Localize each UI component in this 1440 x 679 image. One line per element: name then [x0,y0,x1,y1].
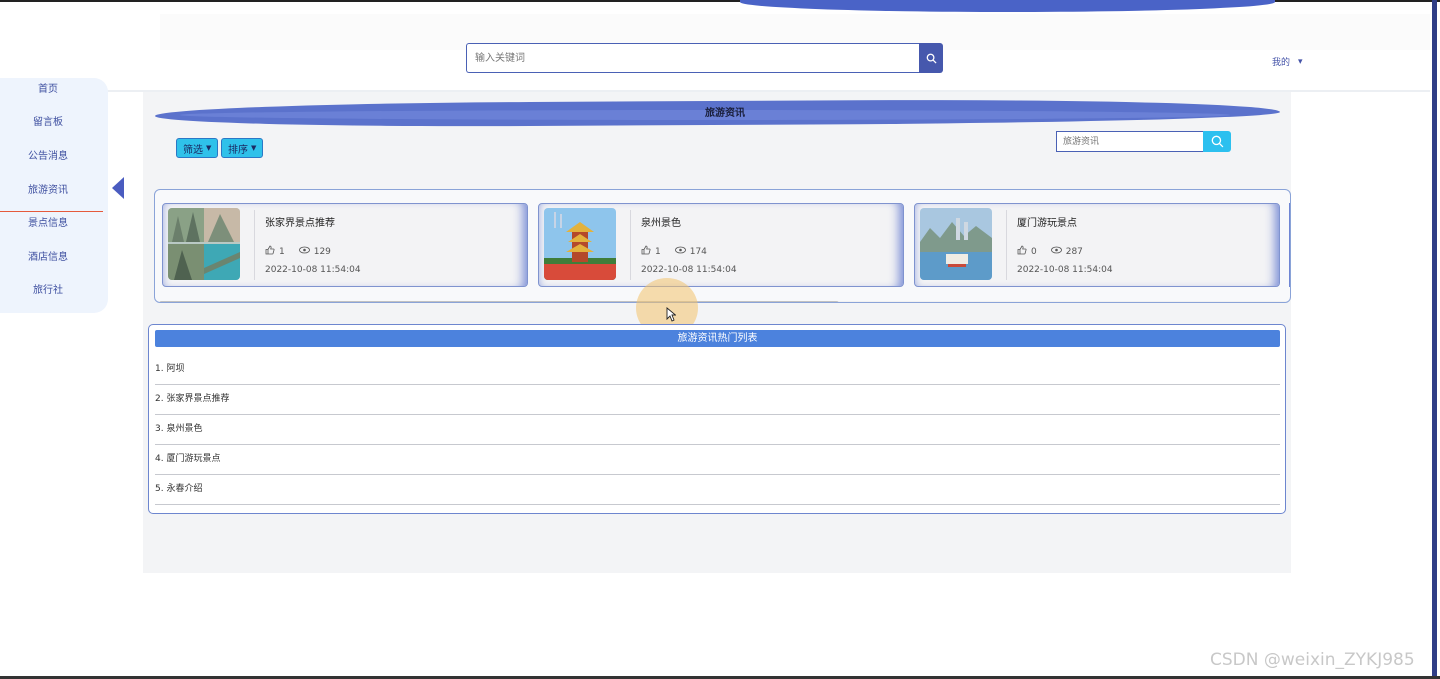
sidebar-item-announcements[interactable]: 公告消息 [0,147,96,162]
card-stats: 0 287 [1017,245,1083,258]
hot-list-header: 旅游资讯热门列表 [155,330,1280,347]
sidebar-item-message-board[interactable]: 留言板 [0,113,96,128]
hot-list-item[interactable]: 2. 张家界景点推荐 [155,385,1280,415]
news-search [1056,131,1236,154]
sidebar-item-home[interactable]: 首页 [0,80,96,95]
card-title: 张家界景点推荐 [265,218,335,229]
filter-button[interactable]: 筛选 ▼ [176,138,219,158]
carousel-scrollbar-thumb[interactable] [159,301,839,302]
sidebar-item-hotels[interactable]: 酒店信息 [0,248,96,263]
news-card[interactable]: 厦门游玩景点 0 287 2022-10-08 11:54:04 [914,203,1280,287]
hot-list-item[interactable]: 3. 泉州景色 [155,415,1280,445]
card-divider [630,210,631,280]
chevron-down-icon: ▼ [206,144,212,152]
page-title: 旅游资讯 [705,108,745,119]
hot-list-item-label: 4. 厦门游玩景点 [155,454,221,464]
sidebar-item-scenic-spots[interactable]: 景点信息 [0,214,96,229]
card-date: 2022-10-08 11:54:04 [641,265,737,275]
news-card[interactable]: 泉州景色 1 174 2022-10-08 11:54:04 [538,203,904,287]
news-carousel[interactable]: 张家界景点推荐 1 129 2022-10-08 11:54:04 泉州景色 1… [154,189,1291,303]
active-indicator-line [0,211,103,212]
card-stats: 1 129 [265,245,331,258]
sidebar-item-label: 旅游资讯 [28,185,68,196]
hot-list-item-label: 1. 阿坝 [155,364,185,374]
sort-button[interactable]: 排序 ▼ [221,138,264,158]
user-menu-label: 我的 [1272,58,1291,68]
news-card-partial[interactable] [1289,203,1290,287]
hot-list-item[interactable]: 4. 厦门游玩景点 [155,445,1280,475]
hot-list-item-label: 5. 永春介绍 [155,484,203,494]
chevron-down-icon: ▼ [251,144,257,152]
hot-list-item[interactable]: 5. 永春介绍 [155,475,1280,505]
hot-list-panel: 旅游资讯热门列表 1. 阿坝 2. 张家界景点推荐 3. 泉州景色 4. 厦门游… [148,324,1286,514]
sidebar: 首页 留言板 公告消息 旅游资讯 景点信息 酒店信息 旅行社 [0,78,108,313]
like-count: 1 [655,246,661,257]
window-right-border [1432,0,1437,679]
hot-list-item-label: 2. 张家界景点推荐 [155,394,230,404]
hot-list-item[interactable]: 1. 阿坝 [155,355,1280,385]
eye-icon [674,246,686,257]
card-date: 2022-10-08 11:54:04 [265,265,361,275]
like-count: 0 [1031,246,1037,257]
news-search-input[interactable] [1056,131,1203,152]
eye-icon [298,246,310,257]
decorative-brush-stroke [740,0,1275,12]
sidebar-item-label: 景点信息 [28,218,68,229]
sidebar-item-label: 留言板 [33,117,63,128]
filter-button-label: 筛选 [183,144,203,156]
card-thumbnail-image [544,208,616,280]
sidebar-item-label: 酒店信息 [28,252,68,263]
card-date: 2022-10-08 11:54:04 [1017,265,1113,275]
news-search-button[interactable] [1203,131,1231,152]
view-count: 287 [1065,246,1083,257]
search-icon [1211,135,1223,148]
global-search [466,43,943,73]
view-count: 129 [313,246,331,257]
thumbs-up-icon [641,245,651,258]
card-divider [1006,210,1007,280]
thumbs-up-icon [1017,245,1027,258]
chevron-down-icon: ▾ [1298,56,1303,67]
view-count: 174 [689,246,707,257]
watermark: CSDN @weixin_ZYKJ985 [1210,650,1415,670]
card-title: 泉州景色 [641,218,681,229]
mouse-cursor-icon [666,307,676,322]
global-search-button[interactable] [919,43,943,73]
news-card[interactable]: 张家界景点推荐 1 129 2022-10-08 11:54:04 [162,203,528,287]
sidebar-item-label: 公告消息 [28,151,68,162]
user-menu[interactable]: 我的 ▾ [1272,55,1303,69]
thumbs-up-icon [265,245,275,258]
search-icon [926,53,937,64]
card-title: 厦门游玩景点 [1017,218,1077,229]
sidebar-item-travel-news[interactable]: 旅游资讯 [0,181,96,196]
card-divider [254,210,255,280]
sidebar-active-pointer-icon [112,177,124,199]
hot-list-item-label: 3. 泉州景色 [155,424,203,434]
sidebar-item-travel-agency[interactable]: 旅行社 [0,281,96,296]
card-stats: 1 174 [641,245,707,258]
sort-button-label: 排序 [228,144,248,156]
eye-icon [1050,246,1062,257]
like-count: 1 [279,246,285,257]
card-thumbnail-image [168,208,240,280]
sidebar-item-label: 旅行社 [33,285,63,296]
card-thumbnail-image [920,208,992,280]
sidebar-item-label: 首页 [38,84,58,95]
global-search-input[interactable] [466,43,919,73]
